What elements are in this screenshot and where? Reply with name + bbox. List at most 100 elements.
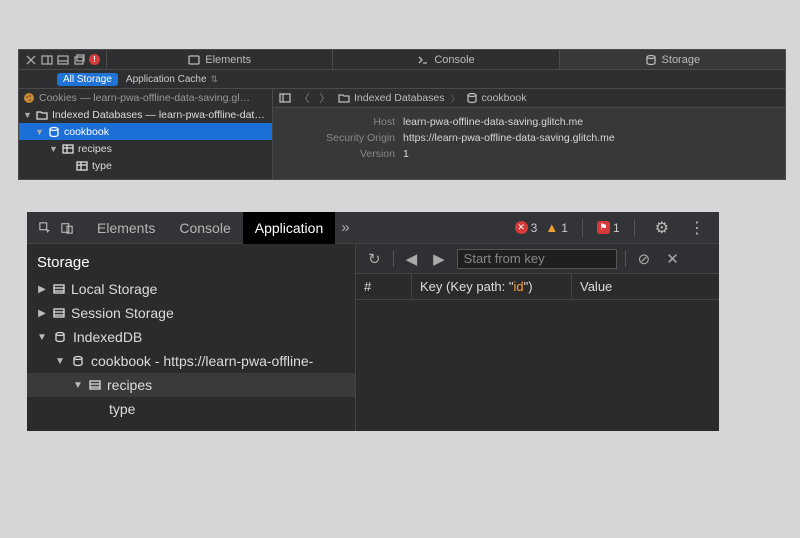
detail-val-version: 1 bbox=[403, 148, 409, 160]
table-icon bbox=[53, 307, 65, 319]
issues-count: 1 bbox=[613, 221, 620, 235]
sidebar-item-label: Local Storage bbox=[71, 281, 157, 297]
chrome-tab-application[interactable]: Application bbox=[243, 212, 336, 244]
disclosure-open-icon[interactable] bbox=[73, 380, 83, 391]
idb-table-body-empty bbox=[356, 300, 719, 431]
sidebar-index-type[interactable]: type bbox=[27, 397, 355, 421]
errors-count: 3 bbox=[531, 221, 538, 235]
divider bbox=[625, 251, 626, 267]
more-tabs-icon[interactable]: » bbox=[335, 219, 355, 236]
issues-badge[interactable]: ⚑ 1 bbox=[597, 221, 620, 235]
col-value[interactable]: Value bbox=[572, 274, 719, 299]
filter-application-cache[interactable]: Application Cache ⇅ bbox=[118, 74, 226, 85]
start-from-key-input[interactable]: Start from key bbox=[457, 249, 617, 269]
table-icon bbox=[89, 379, 101, 391]
cookie-icon bbox=[23, 92, 35, 104]
idb-table-header: # Key (Key path: "id") Value bbox=[356, 274, 719, 300]
page-next-icon[interactable]: ▶ bbox=[429, 250, 449, 268]
col-key-prefix: Key (Key path: " bbox=[420, 279, 514, 294]
sidebar-item-label: IndexedDB bbox=[73, 329, 142, 345]
errors-badge[interactable]: ✕ 3 bbox=[515, 221, 538, 235]
sidebar-indexeddb[interactable]: IndexedDB bbox=[27, 325, 355, 349]
safari-main-tabbar: ! Elements Console Storage bbox=[19, 50, 785, 70]
dock-side-icon[interactable] bbox=[41, 54, 53, 66]
col-index[interactable]: # bbox=[356, 274, 412, 299]
database-icon bbox=[466, 92, 478, 104]
sidebar-session-storage[interactable]: Session Storage bbox=[27, 301, 355, 325]
tree-label: Indexed Databases — learn-pwa-offline-da… bbox=[52, 109, 265, 121]
table-icon bbox=[76, 160, 88, 172]
device-toggle-icon[interactable] bbox=[61, 222, 73, 234]
sidebar-db-cookbook[interactable]: cookbook - https://learn-pwa-offline- bbox=[27, 349, 355, 373]
status-badges: ✕ 3 ▲ 1 ⚑ 1 ⚙ ⋮ bbox=[515, 218, 719, 238]
table-icon bbox=[53, 283, 65, 295]
toggle-sidebar-icon[interactable] bbox=[279, 92, 291, 104]
close-icon[interactable]: ✕ bbox=[662, 250, 683, 268]
col-key[interactable]: Key (Key path: "id") bbox=[412, 274, 572, 299]
disclosure-closed-icon[interactable] bbox=[37, 308, 47, 319]
database-icon bbox=[48, 126, 60, 138]
detail-val-host: learn-pwa-offline-data-saving.glitch.me bbox=[403, 116, 583, 128]
divider bbox=[393, 251, 394, 267]
idb-toolbar: ↻ ◀ ▶ Start from key ⊘ ✕ bbox=[356, 244, 719, 274]
nav-forward-icon[interactable]: 〉 bbox=[318, 91, 333, 106]
close-icon[interactable] bbox=[25, 54, 37, 66]
storage-icon bbox=[645, 54, 657, 66]
tree-cookies[interactable]: Cookies — learn-pwa-offline-data-saving.… bbox=[19, 89, 272, 106]
tree-store-recipes[interactable]: recipes bbox=[19, 140, 272, 157]
filter-label: Application Cache bbox=[126, 74, 207, 85]
safari-tab-elements[interactable]: Elements bbox=[106, 50, 332, 69]
sidebar-item-label: cookbook - https://learn-pwa-offline- bbox=[91, 353, 313, 369]
nav-back-icon[interactable]: 〈 bbox=[297, 91, 312, 106]
tree-index-type[interactable]: type bbox=[19, 157, 272, 174]
sidebar-store-recipes[interactable]: recipes bbox=[27, 373, 355, 397]
safari-tab-console[interactable]: Console bbox=[332, 50, 558, 69]
disclosure-open-icon[interactable] bbox=[49, 144, 58, 154]
sidebar-item-label: recipes bbox=[107, 377, 152, 393]
filter-all-storage[interactable]: All Storage bbox=[57, 73, 118, 86]
inspect-element-icon[interactable] bbox=[39, 222, 51, 234]
settings-gear-icon[interactable]: ⚙ bbox=[649, 218, 675, 238]
window-controls: ! bbox=[19, 50, 106, 69]
sidebar-local-storage[interactable]: Local Storage bbox=[27, 277, 355, 301]
elements-icon bbox=[188, 54, 200, 66]
tab-label: Console bbox=[434, 54, 474, 66]
chrome-tab-console[interactable]: Console bbox=[167, 212, 242, 244]
breadcrumb-label: Indexed Databases bbox=[354, 92, 444, 104]
tree-label: type bbox=[92, 160, 112, 172]
tab-label: Storage bbox=[662, 54, 701, 66]
warning-icon: ▲ bbox=[545, 221, 558, 234]
error-dot-icon: ✕ bbox=[515, 221, 528, 234]
divider bbox=[582, 219, 583, 237]
disclosure-closed-icon[interactable] bbox=[37, 284, 47, 295]
warnings-badge[interactable]: ▲ 1 bbox=[545, 221, 568, 235]
detail-key-origin: Security Origin bbox=[283, 132, 403, 144]
disclosure-open-icon[interactable] bbox=[37, 332, 47, 343]
folder-icon bbox=[36, 109, 48, 121]
page-prev-icon[interactable]: ◀ bbox=[402, 250, 422, 268]
chrome-application-sidebar: Storage Local Storage Session Storage In… bbox=[27, 244, 356, 431]
warnings-count: 1 bbox=[561, 221, 568, 235]
sidebar-item-label: Session Storage bbox=[71, 305, 174, 321]
breadcrumb-group[interactable]: Indexed Databases bbox=[338, 92, 444, 104]
folder-icon bbox=[338, 92, 350, 104]
breadcrumb-label: cookbook bbox=[482, 92, 527, 104]
tree-indexed-databases[interactable]: Indexed Databases — learn-pwa-offline-da… bbox=[19, 106, 272, 123]
input-placeholder: Start from key bbox=[464, 251, 545, 266]
dock-bottom-icon[interactable] bbox=[57, 54, 69, 66]
tree-database-cookbook[interactable]: cookbook bbox=[19, 123, 272, 140]
disclosure-open-icon[interactable] bbox=[55, 356, 65, 367]
sort-icon: ⇅ bbox=[211, 74, 219, 85]
popout-icon[interactable] bbox=[73, 54, 85, 66]
database-icon bbox=[71, 354, 85, 368]
more-menu-icon[interactable]: ⋮ bbox=[683, 218, 711, 238]
safari-tab-storage[interactable]: Storage bbox=[559, 50, 785, 69]
disclosure-open-icon[interactable] bbox=[23, 110, 32, 120]
chrome-tab-elements[interactable]: Elements bbox=[85, 212, 167, 244]
breadcrumb-database[interactable]: cookbook bbox=[466, 92, 527, 104]
disclosure-open-icon[interactable] bbox=[35, 127, 44, 137]
refresh-icon[interactable]: ↻ bbox=[364, 250, 385, 268]
clear-entry-icon[interactable]: ⊘ bbox=[634, 250, 655, 268]
breadcrumb-separator-icon: 〉 bbox=[450, 92, 459, 105]
error-badge-icon[interactable]: ! bbox=[89, 54, 100, 65]
